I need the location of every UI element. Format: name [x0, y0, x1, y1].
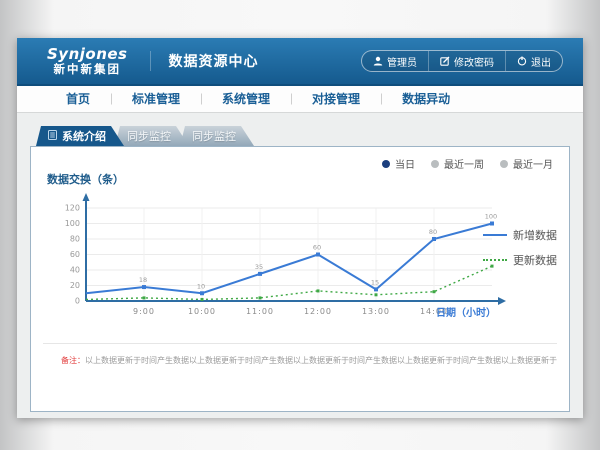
- change-password-label: 修改密码: [454, 54, 494, 69]
- app-header: Synjones 新中新集团 数据资源中心 管理员 修改密码 退出: [17, 38, 583, 86]
- svg-text:100: 100: [485, 213, 497, 221]
- user-menu: 管理员 修改密码 退出: [361, 50, 563, 72]
- range-option-last-month[interactable]: 最近一月: [500, 156, 553, 171]
- app-window: Synjones 新中新集团 数据资源中心 管理员 修改密码 退出: [17, 38, 583, 418]
- svg-text:10:00: 10:00: [188, 307, 216, 316]
- tab-system-intro-label: 系统介绍: [62, 128, 106, 144]
- chart-legend: 新增数据 更新数据: [483, 227, 557, 268]
- radio-icon: [500, 160, 508, 168]
- user-icon: [373, 56, 383, 66]
- footnote: 备注：以上数据更新于时间产生数据以上数据更新于时间产生数据以上数据更新于时间产生…: [61, 355, 561, 366]
- time-range-options: 当日 最近一周 最近一月: [382, 156, 553, 171]
- admin-user-label: 管理员: [387, 54, 417, 69]
- svg-text:80: 80: [70, 235, 80, 244]
- svg-text:100: 100: [65, 219, 80, 228]
- brand-logo: Synjones 新中新集团: [47, 46, 128, 75]
- range-option-last-month-label: 最近一月: [513, 156, 553, 171]
- divider: [43, 343, 557, 344]
- svg-text:20: 20: [70, 281, 80, 290]
- legend-line-dotted-icon: [483, 259, 507, 261]
- tab-bar: 系统介绍 同步监控 同步监控: [36, 126, 245, 146]
- nav-item-standard-mgmt[interactable]: 标准管理: [111, 86, 201, 113]
- svg-text:11:00: 11:00: [246, 307, 274, 316]
- svg-text:40: 40: [70, 266, 80, 275]
- legend-new-data-label: 新增数据: [513, 227, 557, 243]
- tab-system-intro[interactable]: 系统介绍: [36, 126, 124, 146]
- chart-panel: 当日 最近一周 最近一月 数据交换（条） 0 20 40 60 80 100 120 9:00…: [30, 146, 570, 412]
- brand-logo-primary: Synjones: [47, 46, 128, 63]
- svg-text:0: 0: [75, 297, 80, 306]
- svg-text:35: 35: [255, 263, 263, 271]
- brand-logo-secondary: 新中新集团: [47, 63, 128, 76]
- document-icon: [48, 130, 57, 143]
- legend-item-new-data: 新增数据: [483, 227, 557, 243]
- y-axis-title: 数据交换（条）: [47, 171, 124, 187]
- change-password-button[interactable]: 修改密码: [428, 51, 505, 71]
- nav-item-interface-mgmt[interactable]: 对接管理: [291, 86, 381, 113]
- range-option-today[interactable]: 当日: [382, 156, 415, 171]
- tab-sync-monitor-2[interactable]: 同步监控: [180, 126, 254, 146]
- tab-sync-monitor-2-label: 同步监控: [192, 128, 236, 144]
- legend-item-update-data: 更新数据: [483, 252, 557, 268]
- radio-icon: [431, 160, 439, 168]
- legend-update-data-label: 更新数据: [513, 252, 557, 268]
- svg-text:10: 10: [197, 282, 205, 290]
- nav-item-data-change[interactable]: 数据异动: [381, 86, 471, 113]
- nav-item-home[interactable]: 首页: [45, 86, 111, 113]
- tab-sync-monitor-1[interactable]: 同步监控: [115, 126, 189, 146]
- admin-user-button[interactable]: 管理员: [362, 51, 428, 71]
- edit-icon: [440, 56, 450, 66]
- svg-text:60: 60: [70, 250, 80, 259]
- svg-text:80: 80: [429, 228, 437, 236]
- range-option-today-label: 当日: [395, 156, 415, 171]
- svg-text:13:00: 13:00: [362, 307, 390, 316]
- logout-icon: [517, 56, 527, 66]
- svg-text:18: 18: [139, 276, 147, 284]
- x-axis-title: 日期（小时）: [436, 304, 496, 319]
- content-area: 系统介绍 同步监控 同步监控 当日 最近一周: [17, 113, 583, 418]
- svg-text:60: 60: [313, 244, 321, 252]
- svg-text:15: 15: [371, 278, 379, 286]
- svg-text:12:00: 12:00: [304, 307, 332, 316]
- tab-sync-monitor-1-label: 同步监控: [127, 128, 171, 144]
- svg-text:9:00: 9:00: [133, 307, 155, 316]
- logout-button[interactable]: 退出: [505, 51, 562, 71]
- footnote-label: 备注：: [61, 356, 85, 365]
- app-title: 数据资源中心: [150, 51, 259, 71]
- logout-label: 退出: [531, 54, 551, 69]
- svg-text:120: 120: [65, 204, 80, 213]
- main-nav: 首页 标准管理 系统管理 对接管理 数据异动: [17, 86, 583, 113]
- legend-line-solid-icon: [483, 234, 507, 236]
- radio-selected-icon: [382, 160, 390, 168]
- footnote-text: 以上数据更新于时间产生数据以上数据更新于时间产生数据以上数据更新于时间产生数据以…: [85, 356, 557, 365]
- range-option-last-week[interactable]: 最近一周: [431, 156, 484, 171]
- range-option-last-week-label: 最近一周: [444, 156, 484, 171]
- nav-item-system-mgmt[interactable]: 系统管理: [201, 86, 291, 113]
